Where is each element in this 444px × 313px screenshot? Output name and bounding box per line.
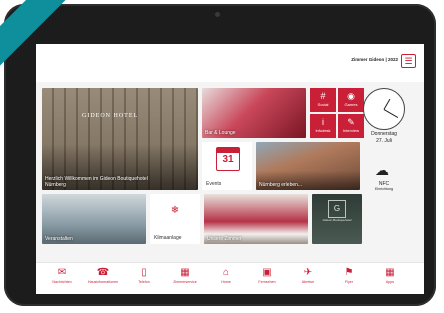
nav-home[interactable]: ⌂ Home (206, 266, 246, 285)
nav-apps[interactable]: ▦ Apps (370, 266, 410, 285)
hotel-caption: Herzlich Willkommen im Gideon Boutiqueho… (45, 176, 148, 188)
air-conditioner-icon: ❄ (170, 205, 180, 216)
tile-veranstalten[interactable]: Veranstalten (42, 194, 146, 244)
bed-icon: ▦ (180, 267, 190, 278)
infodesk-label: Infodesk (315, 128, 331, 133)
nav-flyer[interactable]: ⚑ Flyer (329, 266, 369, 285)
bar-caption: Bar & Lounge (205, 130, 236, 136)
tile-zimmer[interactable]: Unsere Zimmer (204, 194, 308, 244)
nav-zimmerservice[interactable]: ▦ Zimmerservice (165, 266, 205, 285)
meeting-caption: Veranstalten (45, 236, 73, 242)
sign-caption: Gideon Boutiquehotel (322, 218, 352, 222)
nav-fernsehen[interactable]: ▣ Fernsehen (247, 266, 287, 285)
calendar-day: 31 (222, 154, 234, 165)
tile-events[interactable]: 31 Events (202, 142, 252, 190)
hotel-logo: G (328, 200, 346, 218)
clock-day: Donnerstag (371, 131, 397, 137)
clock-icon (363, 88, 405, 130)
nav-label: Hausinformationen (87, 280, 119, 284)
nav-label: Fernsehen (258, 280, 276, 284)
room-caption: Unsere Zimmer (207, 236, 242, 242)
infodesk-button[interactable]: i Infodesk (310, 114, 336, 138)
events-caption: Events (206, 181, 222, 187)
plane-icon: ✈ (303, 267, 313, 278)
nfc-sublabel: Einrichtung (375, 187, 393, 191)
bottom-nav: ✉ Nachrichten ☎ Hausinformationen ▯ Tele… (36, 262, 424, 294)
games-label: Games (344, 102, 358, 107)
tile-hotel-sign[interactable]: G Gideon Boutiquehotel (312, 194, 362, 244)
phone-icon: ▯ (141, 267, 147, 278)
info-icon: i (322, 117, 324, 127)
tv-icon: ▣ (262, 267, 272, 278)
hamburger-icon[interactable]: ☰ (401, 54, 416, 68)
flag-icon: ⚑ (344, 267, 354, 278)
nav-label: Abreise (301, 280, 315, 284)
gamepad-icon: ◉ (347, 91, 355, 101)
nav-label: Nachrichten (52, 280, 72, 284)
grid-icon: ▦ (385, 267, 395, 278)
clock-minute-hand (383, 109, 399, 119)
nav-label: Zimmerservice (173, 280, 197, 284)
tile-klimaanlage[interactable]: ❄ Klimaanlage (150, 194, 200, 244)
home-icon: ⌂ (222, 267, 230, 278)
nav-label: Apps (385, 280, 395, 284)
nav-label: Home (221, 280, 231, 284)
reception-icon: ☎ (96, 267, 110, 278)
tablet-banner: Tablet (0, 0, 167, 76)
tile-bar-lounge[interactable]: Bar & Lounge (202, 88, 306, 138)
hotel-caption-line2: Nürnberg (45, 182, 66, 188)
social-label: Social (317, 102, 329, 107)
klima-caption: Klimaanlage (154, 235, 182, 241)
hashtag-icon: # (320, 91, 326, 101)
games-button[interactable]: ◉ Games (338, 88, 364, 112)
nav-telefon[interactable]: ▯ Telefon (124, 266, 164, 285)
town-caption: Nürnberg erleben... (259, 182, 303, 188)
nav-label: Telefon (138, 280, 150, 284)
nfc-icon[interactable]: ☁ (373, 161, 391, 179)
clock-date: 27. Juli (376, 138, 392, 144)
calendar-icon: 31 (216, 147, 240, 171)
tile-nuernberg[interactable]: Nürnberg erleben... (256, 142, 360, 190)
tablet-banner-wrap: Tablet (0, 0, 170, 170)
mail-icon: ✉ (57, 267, 67, 278)
social-button[interactable]: # Social (310, 88, 336, 112)
camera-icon (215, 12, 220, 17)
nav-nachrichten[interactable]: ✉ Nachrichten (42, 266, 82, 285)
nav-label: Flyer (345, 280, 353, 284)
hotel-info: Zimmer Gideon | 2022 (351, 57, 398, 62)
nav-abreise[interactable]: ✈ Abreise (288, 266, 328, 285)
comment-icon: ✎ (347, 117, 355, 127)
nav-hausinformationen[interactable]: ☎ Hausinformationen (83, 266, 123, 285)
